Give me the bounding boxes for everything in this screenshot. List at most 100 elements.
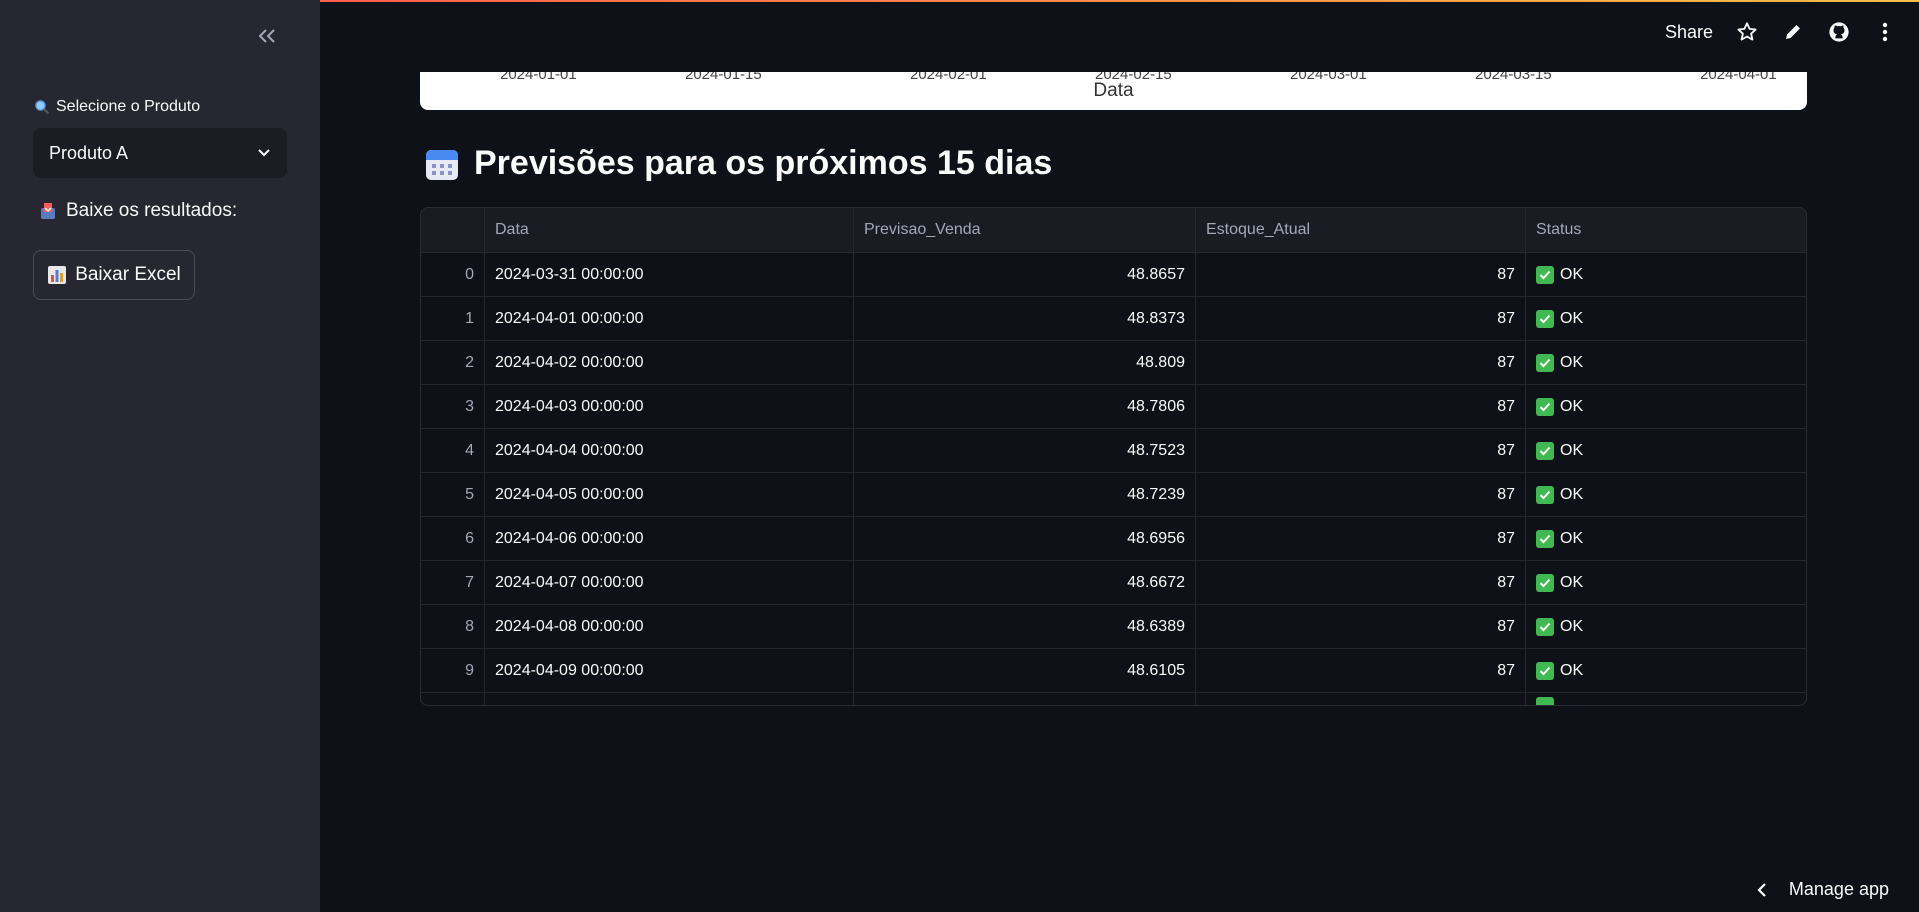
table-row[interactable]: 7 2024-04-07 00:00:00 48.6672 87 OK	[421, 561, 1806, 605]
cell-previsao[interactable]: 48.8657	[854, 253, 1196, 296]
sidebar: Selecione o Produto Produto A Baixe os r…	[0, 0, 320, 912]
cell-status[interactable]: OK	[1526, 341, 1803, 384]
cell-data[interactable]: 2024-04-07 00:00:00	[485, 561, 854, 604]
row-index: 2	[421, 341, 485, 384]
cell-data[interactable]: 2024-04-08 00:00:00	[485, 605, 854, 648]
table-row[interactable]: 0 2024-03-31 00:00:00 48.8657 87 OK	[421, 253, 1806, 297]
row-index: 8	[421, 605, 485, 648]
row-index: 6	[421, 517, 485, 560]
column-header-index[interactable]	[421, 208, 485, 252]
cell-previsao[interactable]: 48.6389	[854, 605, 1196, 648]
cell-data[interactable]: 2024-04-04 00:00:00	[485, 429, 854, 472]
select-product-label: Selecione o Produto	[34, 98, 200, 116]
cell-data[interactable]: 2024-04-06 00:00:00	[485, 517, 854, 560]
calendar-icon	[426, 149, 458, 180]
cell-data[interactable]: 2024-04-05 00:00:00	[485, 473, 854, 516]
cell-estoque[interactable]: 87	[1196, 253, 1526, 296]
download-results-label: Baixe os resultados:	[38, 200, 237, 222]
page-title: Previsões para os próximos 15 dias	[424, 144, 1052, 183]
manage-app-button[interactable]: Manage app	[1757, 879, 1889, 900]
table-row[interactable]: 1 2024-04-01 00:00:00 48.8373 87 OK	[421, 297, 1806, 341]
table-header-row: Data Previsao_Venda Estoque_Atual Status	[421, 208, 1806, 253]
cell-data[interactable]: 2024-03-31 00:00:00	[485, 253, 854, 296]
cell-status[interactable]: OK	[1526, 429, 1803, 472]
collapse-sidebar-button[interactable]	[252, 22, 282, 50]
cell-previsao[interactable]: 48.6672	[854, 561, 1196, 604]
cell-status[interactable]: OK	[1526, 649, 1803, 692]
forecast-chart: 2024-01-01 2024-01-15 2024-02-01 2024-02-15…	[420, 72, 1807, 110]
cell-previsao[interactable]: 48.809	[854, 341, 1196, 384]
cell-estoque[interactable]: 87	[1196, 649, 1526, 692]
cell-status[interactable]: OK	[1526, 473, 1803, 516]
product-select-value: Produto A	[49, 142, 129, 163]
cell-data[interactable]: 2024-04-01 00:00:00	[485, 297, 854, 340]
check-mark-icon	[1536, 353, 1554, 372]
pencil-icon[interactable]	[1781, 20, 1805, 44]
row-index: 0	[421, 253, 485, 296]
product-select[interactable]: Produto A	[33, 128, 287, 178]
column-header-estoque[interactable]: Estoque_Atual	[1196, 208, 1526, 252]
table-row-partial	[421, 693, 1806, 705]
double-chevron-left-icon	[258, 29, 275, 43]
table-row[interactable]: 6 2024-04-06 00:00:00 48.6956 87 OK	[421, 517, 1806, 561]
row-index: 4	[421, 429, 485, 472]
table-row[interactable]: 9 2024-04-09 00:00:00 48.6105 87 OK	[421, 649, 1806, 693]
inbox-tray-icon	[41, 203, 55, 219]
cell-previsao[interactable]: 48.6105	[854, 649, 1196, 692]
cell-data[interactable]: 2024-04-02 00:00:00	[485, 341, 854, 384]
cell-estoque[interactable]: 87	[1196, 341, 1526, 384]
cell-previsao[interactable]: 48.7239	[854, 473, 1196, 516]
row-index: 5	[421, 473, 485, 516]
bar-chart-icon	[48, 266, 67, 284]
chart-x-axis-label: Data	[1093, 80, 1134, 101]
check-mark-icon	[1536, 265, 1554, 284]
more-vertical-icon[interactable]	[1873, 20, 1897, 44]
status-text: OK	[1560, 573, 1584, 591]
column-header-status[interactable]: Status	[1526, 208, 1803, 252]
star-icon[interactable]	[1735, 20, 1759, 44]
cell-estoque[interactable]: 87	[1196, 605, 1526, 648]
check-mark-icon	[1536, 485, 1554, 504]
cell-estoque[interactable]: 87	[1196, 517, 1526, 560]
share-button[interactable]: Share	[1665, 22, 1713, 43]
row-index: 9	[421, 649, 485, 692]
cell-estoque[interactable]: 87	[1196, 385, 1526, 428]
table-body: 0 2024-03-31 00:00:00 48.8657 87 OK 1 2024-04-…	[421, 253, 1806, 705]
cell-status[interactable]: OK	[1526, 385, 1803, 428]
status-text: OK	[1560, 485, 1584, 503]
status-text: OK	[1560, 353, 1584, 371]
forecast-table[interactable]: Data Previsao_Venda Estoque_Atual Status…	[420, 207, 1807, 706]
check-mark-icon	[1536, 573, 1554, 592]
cell-status[interactable]: OK	[1526, 253, 1803, 296]
cell-previsao[interactable]: 48.7523	[854, 429, 1196, 472]
table-row[interactable]: 2 2024-04-02 00:00:00 48.809 87 OK	[421, 341, 1806, 385]
cell-estoque[interactable]: 87	[1196, 429, 1526, 472]
table-row[interactable]: 5 2024-04-05 00:00:00 48.7239 87 OK	[421, 473, 1806, 517]
table-row[interactable]: 4 2024-04-04 00:00:00 48.7523 87 OK	[421, 429, 1806, 473]
cell-status[interactable]: OK	[1526, 561, 1803, 604]
cell-data[interactable]: 2024-04-09 00:00:00	[485, 649, 854, 692]
check-mark-icon	[1536, 309, 1554, 328]
cell-status[interactable]: OK	[1526, 297, 1803, 340]
row-index: 7	[421, 561, 485, 604]
column-header-data[interactable]: Data	[485, 208, 854, 252]
cell-estoque[interactable]: 87	[1196, 561, 1526, 604]
cell-estoque[interactable]: 87	[1196, 473, 1526, 516]
column-header-previsao[interactable]: Previsao_Venda	[854, 208, 1196, 252]
cell-status[interactable]: OK	[1526, 517, 1803, 560]
table-row[interactable]: 8 2024-04-08 00:00:00 48.6389 87 OK	[421, 605, 1806, 649]
header-toolbar: Share	[1665, 20, 1897, 44]
cell-estoque[interactable]: 87	[1196, 297, 1526, 340]
status-text: OK	[1560, 661, 1584, 679]
status-text: OK	[1560, 617, 1584, 635]
cell-previsao[interactable]: 48.8373	[854, 297, 1196, 340]
cell-status[interactable]: OK	[1526, 605, 1803, 648]
cell-previsao[interactable]: 48.7806	[854, 385, 1196, 428]
cell-data[interactable]: 2024-04-03 00:00:00	[485, 385, 854, 428]
check-mark-icon	[1536, 397, 1554, 416]
download-excel-button[interactable]: Baixar Excel	[33, 250, 195, 300]
cell-previsao[interactable]: 48.6956	[854, 517, 1196, 560]
github-icon[interactable]	[1827, 20, 1851, 44]
check-mark-icon	[1536, 696, 1554, 705]
table-row[interactable]: 3 2024-04-03 00:00:00 48.7806 87 OK	[421, 385, 1806, 429]
